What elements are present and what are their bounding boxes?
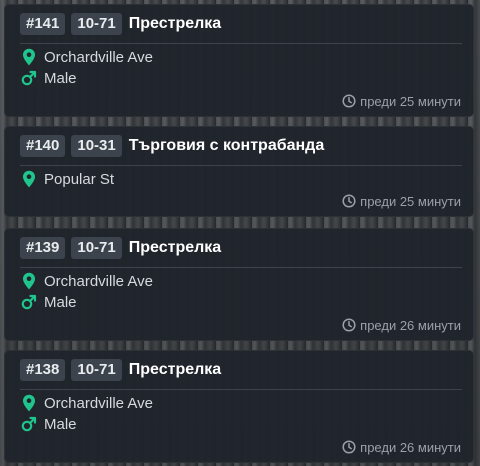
call-id-badge: #138 xyxy=(20,359,66,381)
call-header: #141 10-71 Престрелка xyxy=(20,12,221,36)
call-header: #140 10-31 Търговия с контрабанда xyxy=(20,134,324,158)
call-location: Orchardville Ave xyxy=(20,393,153,413)
call-location: Popular St xyxy=(20,169,114,189)
map-pin-icon xyxy=(20,272,37,290)
male-icon xyxy=(20,293,37,311)
call-gender: Male xyxy=(20,292,77,312)
call-id-badge: #140 xyxy=(20,135,66,157)
call-time: преди 25 минути xyxy=(342,93,461,109)
clock-icon xyxy=(342,194,356,208)
gender-label: Male xyxy=(44,69,77,87)
time-ago: преди 25 минути xyxy=(360,93,461,109)
call-title: Търговия с контрабанда xyxy=(128,137,325,154)
map-pin-icon xyxy=(20,48,37,66)
divider xyxy=(20,43,462,44)
call-gender: Male xyxy=(20,68,77,88)
gender-label: Male xyxy=(44,293,77,311)
call-header: #138 10-71 Престрелка xyxy=(20,358,221,382)
dispatch-call-card[interactable]: #138 10-71 Престрелка Orchardville Ave M… xyxy=(4,350,474,463)
call-location: Orchardville Ave xyxy=(20,47,153,67)
dispatch-call-card[interactable]: #141 10-71 Престрелка Orchardville Ave M… xyxy=(4,4,474,117)
call-time: преди 26 минути xyxy=(342,317,461,333)
call-title: Престрелка xyxy=(128,15,222,32)
gender-label: Male xyxy=(44,415,77,433)
dispatch-call-card[interactable]: #140 10-31 Търговия с контрабанда Popula… xyxy=(4,126,474,217)
call-time: преди 25 минути xyxy=(342,193,461,209)
clock-icon xyxy=(342,318,356,332)
male-icon xyxy=(20,415,37,433)
call-code-badge: 10-71 xyxy=(71,237,122,259)
street-name: Popular St xyxy=(44,170,115,188)
clock-icon xyxy=(342,440,356,454)
divider xyxy=(20,165,462,166)
dispatch-call-card[interactable]: #139 10-71 Престрелка Orchardville Ave M… xyxy=(4,228,474,341)
call-code-badge: 10-71 xyxy=(71,359,122,381)
clock-icon xyxy=(342,94,356,108)
call-gender: Male xyxy=(20,414,77,434)
time-ago: преди 26 минути xyxy=(360,439,461,455)
call-header: #139 10-71 Престрелка xyxy=(20,236,221,260)
dispatch-call-list: #141 10-71 Престрелка Orchardville Ave M… xyxy=(0,0,480,466)
time-ago: преди 26 минути xyxy=(360,317,461,333)
call-time: преди 26 минути xyxy=(342,439,461,455)
divider xyxy=(20,267,462,268)
time-ago: преди 25 минути xyxy=(360,193,461,209)
call-code-badge: 10-71 xyxy=(71,13,122,35)
call-title: Престрелка xyxy=(128,239,222,256)
divider xyxy=(20,389,462,390)
call-code-badge: 10-31 xyxy=(71,135,122,157)
map-pin-icon xyxy=(20,394,37,412)
map-pin-icon xyxy=(20,170,37,188)
call-location: Orchardville Ave xyxy=(20,271,153,291)
male-icon xyxy=(20,69,37,87)
street-name: Orchardville Ave xyxy=(44,394,153,412)
street-name: Orchardville Ave xyxy=(44,48,153,66)
call-id-badge: #139 xyxy=(20,237,66,259)
call-id-badge: #141 xyxy=(20,13,66,35)
street-name: Orchardville Ave xyxy=(44,272,153,290)
call-title: Престрелка xyxy=(128,361,222,378)
